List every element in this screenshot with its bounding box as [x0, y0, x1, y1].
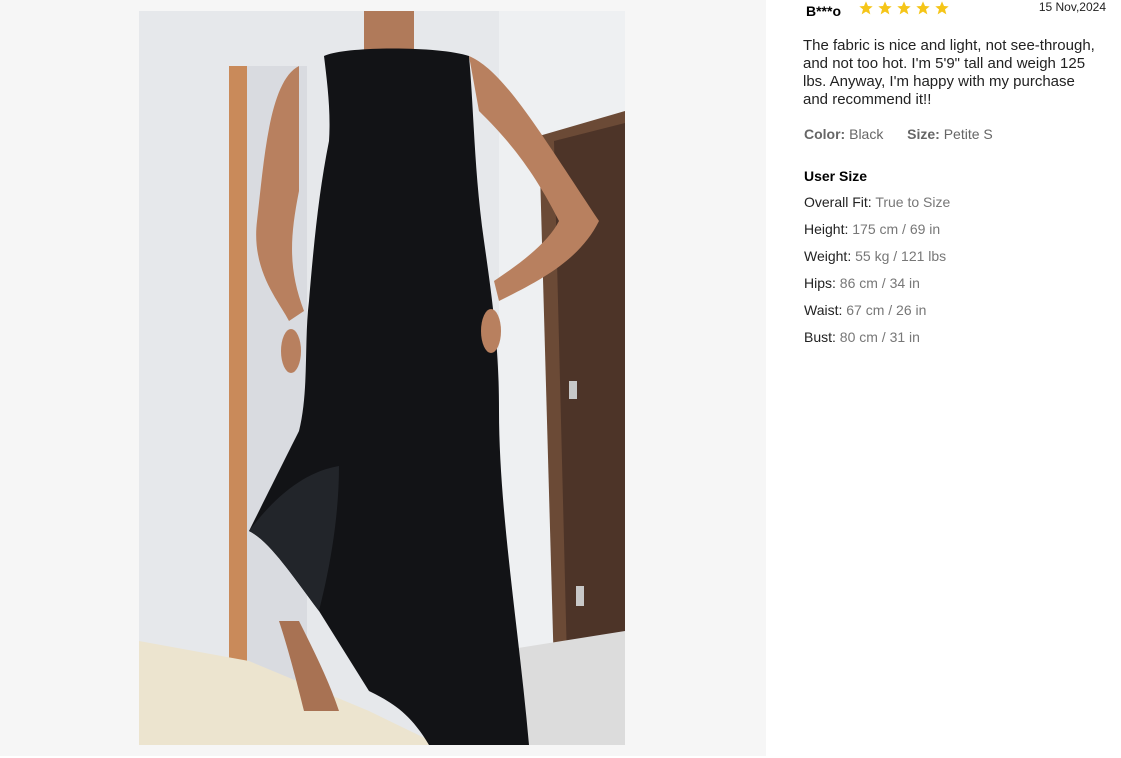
fit-label: Weight: [804, 248, 852, 264]
review-photo[interactable] [139, 11, 625, 745]
star-icon [859, 1, 873, 15]
fit-row-overall: Overall Fit: True to Size [804, 193, 1104, 220]
review-photo-panel [0, 0, 766, 756]
fit-value: True to Size [875, 194, 951, 210]
star-icon [878, 1, 892, 15]
user-size-title: User Size [804, 168, 868, 184]
review-text: The fabric is nice and light, not see-th… [803, 37, 1095, 108]
reviewer-name: B***o [806, 3, 842, 19]
fit-label: Hips: [804, 275, 836, 291]
fit-value: 175 cm / 69 in [852, 221, 941, 237]
fit-label: Overall Fit: [804, 194, 872, 210]
star-icon [916, 1, 930, 15]
user-size-section: User Size Overall Fit: True to Size Heig… [804, 168, 1104, 355]
purchase-attributes: Color: Black Size: Petite S [804, 126, 993, 142]
fit-row-height: Height: 175 cm / 69 in [804, 220, 1104, 247]
fit-row-weight: Weight: 55 kg / 121 lbs [804, 247, 1104, 274]
star-rating [858, 0, 950, 16]
star-icon [935, 1, 949, 15]
fit-value: 86 cm / 34 in [839, 275, 920, 291]
size-value: Petite S [943, 126, 993, 142]
star-icon [897, 1, 911, 15]
color-label: Color: [804, 126, 846, 142]
fit-row-hips: Hips: 86 cm / 34 in [804, 274, 1104, 301]
fit-label: Height: [804, 221, 849, 237]
size-label: Size: [907, 126, 940, 142]
fit-value: 67 cm / 26 in [846, 302, 927, 318]
fit-label: Waist: [804, 302, 843, 318]
dress-photo-image [139, 11, 625, 745]
fit-row-waist: Waist: 67 cm / 26 in [804, 301, 1104, 328]
review-date: 15 Nov,2024 [1038, 0, 1106, 14]
fit-value: 80 cm / 31 in [839, 329, 920, 345]
fit-label: Bust: [804, 329, 836, 345]
review-details: B***o 15 Nov,2024 The fabric is nice and… [766, 0, 1121, 758]
fit-row-bust: Bust: 80 cm / 31 in [804, 328, 1104, 355]
color-value: Black [849, 126, 884, 142]
fit-value: 55 kg / 121 lbs [855, 248, 947, 264]
